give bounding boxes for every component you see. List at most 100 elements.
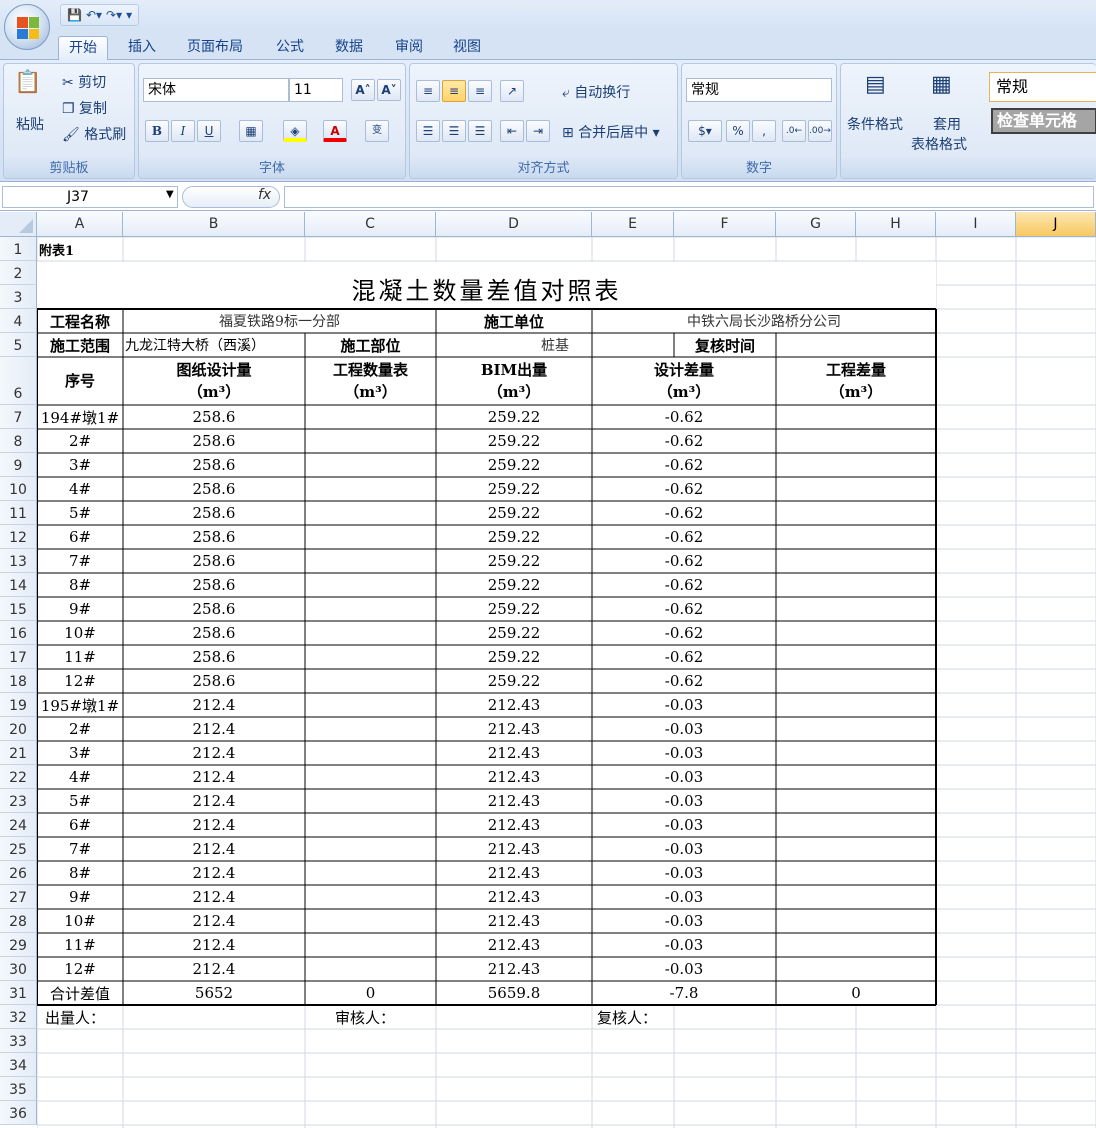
font-name-select[interactable]: 宋体 [143, 78, 289, 102]
number-format-select[interactable]: 常规 [686, 78, 832, 102]
increase-decimal-icon[interactable]: .0← [782, 120, 806, 142]
shrink-font-icon[interactable]: A˅ [377, 79, 401, 101]
row-header[interactable]: 20 [0, 717, 37, 741]
table-format-button[interactable]: 表格格式 [911, 134, 967, 154]
merge-center-button[interactable]: ⊞ 合并后居中 ▾ [562, 122, 660, 142]
row-header[interactable]: 22 [0, 765, 37, 789]
align-top-icon[interactable]: ≡ [416, 80, 440, 102]
paste-button[interactable]: 粘贴 [16, 114, 44, 134]
row-header[interactable]: 30 [0, 957, 37, 981]
currency-icon[interactable]: $▾ [688, 120, 722, 142]
row-header[interactable]: 33 [0, 1029, 37, 1053]
wrap-text-button[interactable]: ⤶ 自动换行 [562, 82, 630, 102]
row-header[interactable]: 23 [0, 789, 37, 813]
phonetic-icon[interactable]: 变 [365, 120, 389, 142]
row-header[interactable]: 13 [0, 549, 37, 573]
row-header[interactable]: 9 [0, 453, 37, 477]
decrease-decimal-icon[interactable]: .00→ [808, 120, 832, 142]
row-header[interactable]: 36 [0, 1101, 37, 1125]
underline-icon[interactable]: U [197, 120, 221, 142]
column-header[interactable]: A [37, 212, 123, 237]
name-box[interactable]: J37 [2, 186, 178, 208]
style-normal[interactable]: 常规 [989, 72, 1096, 102]
office-button[interactable] [4, 4, 50, 50]
bold-icon[interactable]: B [145, 120, 169, 142]
row-header[interactable]: 7 [0, 405, 37, 429]
align-left-icon[interactable]: ☰ [416, 120, 440, 142]
row-header[interactable]: 12 [0, 525, 37, 549]
row-header[interactable]: 11 [0, 501, 37, 525]
row-header[interactable]: 10 [0, 477, 37, 501]
column-header[interactable]: D [436, 212, 592, 237]
percent-icon[interactable]: % [726, 120, 750, 142]
tab-home[interactable]: 开始 [58, 36, 108, 60]
name-box-dropdown-icon[interactable]: ▼ [166, 189, 174, 200]
align-middle-icon[interactable]: ≡ [442, 80, 466, 102]
row-header[interactable]: 25 [0, 837, 37, 861]
row-header[interactable]: 17 [0, 645, 37, 669]
column-header[interactable]: G [776, 212, 856, 237]
row-header[interactable]: 34 [0, 1053, 37, 1077]
conditional-format-button[interactable]: 条件格式 [847, 114, 903, 134]
row-header[interactable]: 6 [0, 357, 37, 405]
row-header[interactable]: 2 [0, 261, 37, 285]
row-header[interactable]: 29 [0, 933, 37, 957]
align-right-icon[interactable]: ☰ [468, 120, 492, 142]
undo-icon[interactable]: ↶▾ [86, 8, 102, 22]
row-header[interactable]: 18 [0, 669, 37, 693]
orientation-icon[interactable]: ↗ [500, 80, 524, 102]
row-header[interactable]: 28 [0, 909, 37, 933]
row-header[interactable]: 27 [0, 885, 37, 909]
formula-input[interactable] [284, 186, 1094, 208]
qat-customize-icon[interactable]: ▾ [126, 8, 132, 22]
column-header[interactable]: H [856, 212, 936, 237]
column-header[interactable]: J [1016, 212, 1096, 237]
tab-view[interactable]: 视图 [443, 36, 491, 60]
grow-font-icon[interactable]: A˄ [351, 79, 375, 101]
tab-insert[interactable]: 插入 [118, 36, 166, 60]
paste-icon[interactable]: 📋 [14, 70, 41, 95]
comma-icon[interactable]: , [752, 120, 776, 142]
tab-page-layout[interactable]: 页面布局 [177, 36, 253, 60]
column-header[interactable]: B [123, 212, 305, 237]
row-header[interactable]: 35 [0, 1077, 37, 1101]
column-header[interactable]: F [674, 212, 776, 237]
tab-review[interactable]: 审阅 [385, 36, 433, 60]
style-check-cell[interactable]: 检查单元格 [991, 108, 1096, 134]
row-header[interactable]: 16 [0, 621, 37, 645]
row-header[interactable]: 5 [0, 333, 37, 357]
cut-button[interactable]: ✂ 剪切 [62, 72, 106, 92]
format-painter-button[interactable]: 🖌 格式刷 [62, 124, 126, 144]
fx-icon[interactable]: fx [258, 187, 271, 203]
row-header[interactable]: 19 [0, 693, 37, 717]
row-header[interactable]: 32 [0, 1005, 37, 1029]
row-header[interactable]: 21 [0, 741, 37, 765]
copy-button[interactable]: ❐ 复制 [62, 98, 107, 118]
align-bottom-icon[interactable]: ≡ [468, 80, 492, 102]
fill-color-icon[interactable]: ◈ [283, 120, 307, 142]
decrease-indent-icon[interactable]: ⇤ [500, 120, 524, 142]
font-size-select[interactable]: 11 [289, 78, 343, 102]
align-center-icon[interactable]: ☰ [442, 120, 466, 142]
tab-formulas[interactable]: 公式 [266, 36, 314, 60]
increase-indent-icon[interactable]: ⇥ [526, 120, 550, 142]
border-icon[interactable]: ▦ [239, 120, 263, 142]
redo-icon[interactable]: ↷▾ [106, 8, 122, 22]
column-header[interactable]: E [592, 212, 674, 237]
row-header[interactable]: 24 [0, 813, 37, 837]
row-header[interactable]: 14 [0, 573, 37, 597]
row-header[interactable]: 26 [0, 861, 37, 885]
italic-icon[interactable]: I [171, 120, 195, 142]
row-header[interactable]: 8 [0, 429, 37, 453]
row-header[interactable]: 31 [0, 981, 37, 1005]
table-format-line1[interactable]: 套用 [933, 114, 961, 134]
row-header[interactable]: 3 [0, 285, 37, 309]
font-color-icon[interactable]: A [323, 120, 347, 142]
row-header[interactable]: 15 [0, 597, 37, 621]
row-header[interactable]: 1 [0, 237, 37, 261]
column-header[interactable]: C [305, 212, 436, 237]
select-all-corner[interactable] [0, 212, 37, 237]
row-header[interactable]: 4 [0, 309, 37, 333]
save-icon[interactable]: 💾 [67, 8, 82, 22]
column-header[interactable]: I [936, 212, 1016, 237]
